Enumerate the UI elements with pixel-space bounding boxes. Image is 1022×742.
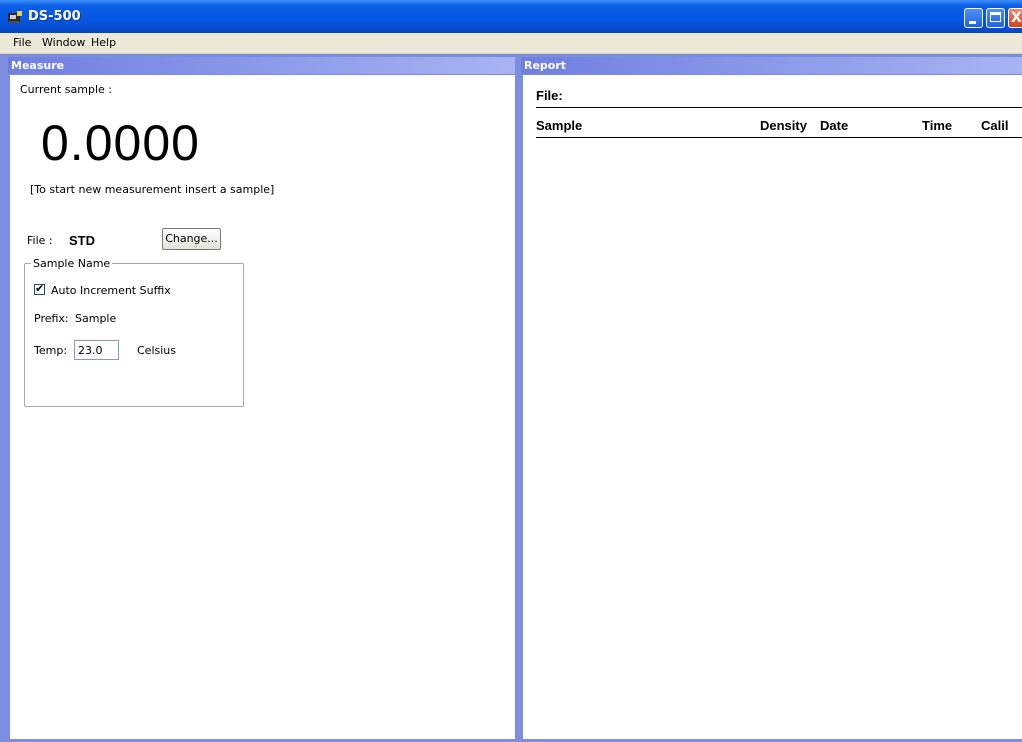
temp-label: Temp: [34, 344, 68, 357]
column-header-date: Date [820, 118, 849, 133]
column-header-density: Density [760, 118, 807, 133]
temp-input[interactable] [74, 340, 119, 360]
maximize-icon [990, 12, 1001, 22]
sample-name-legend: Sample Name [31, 257, 113, 270]
close-button[interactable]: X [1008, 8, 1022, 28]
column-header-sample: Sample [536, 118, 583, 133]
report-panel-header: Report [521, 57, 1022, 74]
maximize-button[interactable] [986, 8, 1005, 28]
report-divider [536, 107, 1022, 108]
density-reading: 0.0000 [41, 115, 200, 171]
report-header-divider [536, 137, 1022, 138]
menu-bar: File Window Help [0, 33, 1022, 54]
auto-increment-label[interactable]: Auto Increment Suffix [51, 284, 171, 297]
minimize-button[interactable] [964, 8, 983, 28]
temp-unit-label: Celsius [137, 344, 176, 357]
minimize-icon [969, 21, 976, 24]
file-value: STD [69, 233, 95, 248]
measure-panel [10, 75, 515, 739]
change-file-button[interactable]: Change... [162, 228, 221, 250]
report-file-label: File: [536, 88, 563, 103]
menu-window[interactable]: Window [42, 36, 85, 49]
column-header-calibration: Calil [981, 118, 1009, 133]
current-sample-label: Current sample : [20, 83, 113, 96]
menu-file[interactable]: File [13, 36, 31, 49]
prefix-label: Prefix: [34, 312, 69, 325]
menu-help[interactable]: Help [91, 36, 116, 49]
column-header-time: Time [922, 118, 953, 133]
checkmark-icon: ✔ [35, 282, 45, 295]
report-panel [523, 75, 1022, 739]
app-icon [8, 11, 22, 23]
title-bar[interactable]: DS-500 X [0, 0, 1022, 33]
measure-panel-header: Measure [8, 57, 515, 74]
close-icon: X [1011, 10, 1022, 26]
file-label: File : [27, 234, 53, 247]
auto-increment-checkbox[interactable]: ✔ [34, 282, 45, 295]
prefix-value: Sample [75, 312, 117, 325]
instruction-text: [To start new measurement insert a sampl… [30, 183, 275, 196]
window-title: DS-500 [28, 9, 81, 24]
